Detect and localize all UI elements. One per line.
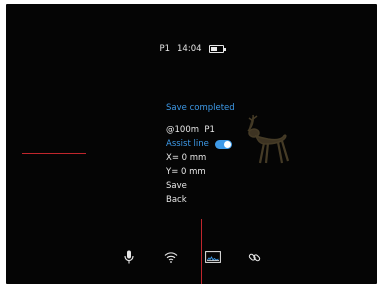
- assist-line-label: Assist line: [166, 139, 209, 149]
- x-offset-label: X= 0 mm: [166, 153, 207, 163]
- assist-line-item[interactable]: Assist line: [166, 137, 235, 151]
- y-offset-item[interactable]: Y= 0 mm: [166, 165, 235, 179]
- y-offset-label: Y= 0 mm: [166, 167, 206, 177]
- bottom-toolbar: [6, 248, 377, 266]
- clock: 14:04: [177, 44, 202, 54]
- distance-profile-label: @100m P1: [166, 125, 215, 135]
- wifi-icon[interactable]: [162, 248, 180, 266]
- battery-level-fill: [210, 47, 218, 51]
- battery-icon: [208, 45, 226, 53]
- status-bar: P1 14:04: [6, 42, 377, 56]
- device-screen: P1 14:04 Save completed @100m P1 Assist …: [6, 4, 377, 284]
- back-item[interactable]: Back: [166, 193, 235, 207]
- link-icon[interactable]: [246, 248, 264, 266]
- recording-icon[interactable]: [204, 248, 222, 266]
- back-label: Back: [166, 195, 187, 205]
- assist-line-toggle[interactable]: [214, 139, 232, 149]
- zeroing-menu: Save completed @100m P1 Assist line X= 0…: [166, 101, 235, 207]
- deer-target-image: [247, 114, 290, 164]
- microphone-icon[interactable]: [120, 248, 138, 266]
- profile-indicator: P1: [159, 44, 171, 54]
- x-offset-item[interactable]: X= 0 mm: [166, 151, 235, 165]
- status-message: Save completed: [166, 103, 235, 113]
- save-label: Save: [166, 181, 187, 191]
- distance-profile-item[interactable]: @100m P1: [166, 123, 235, 137]
- reticle-horizontal-line: [22, 153, 86, 154]
- save-item[interactable]: Save: [166, 179, 235, 193]
